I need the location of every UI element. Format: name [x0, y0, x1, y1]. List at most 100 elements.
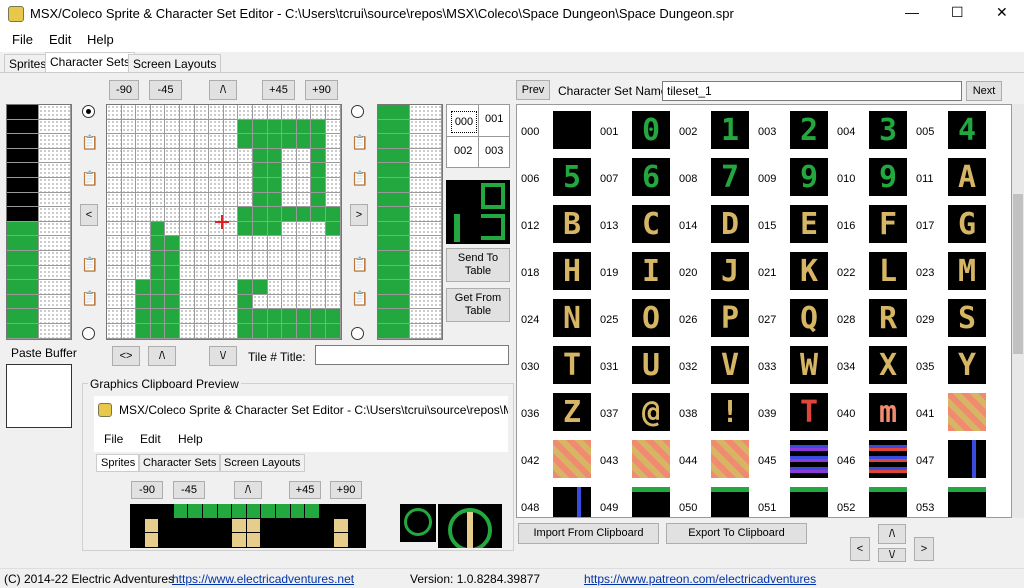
pixel-cell[interactable] [150, 265, 166, 281]
pixel-cell[interactable] [296, 178, 312, 193]
pixel-cell[interactable] [209, 119, 224, 135]
pixel-cell[interactable] [296, 119, 312, 135]
pixel-cell[interactable] [311, 207, 326, 222]
pixel-cell[interactable] [223, 280, 239, 295]
pixel-cell[interactable] [194, 294, 210, 310]
pixel-cell[interactable] [267, 105, 283, 120]
pixel-cell[interactable] [311, 280, 326, 295]
status-link-patreon[interactable]: https://www.patreon.com/electricadventur… [584, 572, 816, 586]
pixel-cell[interactable] [282, 251, 297, 266]
minimize-button[interactable]: — [905, 4, 919, 20]
character-tile[interactable]: L [869, 252, 907, 290]
strip-cell[interactable] [7, 105, 39, 120]
character-tile[interactable]: W [790, 346, 828, 384]
pixel-cell[interactable] [136, 119, 151, 135]
paste-icon[interactable]: 📋 [81, 290, 98, 306]
pixel-cell[interactable] [194, 309, 210, 324]
strip-cell[interactable] [378, 119, 410, 135]
pixel-cell[interactable] [209, 265, 224, 281]
pixel-cell[interactable] [165, 294, 180, 310]
pixel-cell[interactable] [194, 265, 210, 281]
strip-cell[interactable] [410, 207, 442, 222]
pixel-cell[interactable] [121, 324, 137, 339]
pixel-cell[interactable] [180, 221, 195, 237]
character-tile[interactable]: P [711, 299, 749, 337]
pixel-cell[interactable] [253, 236, 268, 251]
strip-cell[interactable] [39, 294, 71, 310]
strip-cell[interactable] [378, 105, 410, 120]
pixel-cell[interactable] [238, 280, 253, 295]
pixel-cell[interactable] [223, 265, 239, 281]
pixel-cell[interactable] [296, 192, 312, 208]
strip-cell[interactable] [378, 280, 410, 295]
strip-cell[interactable] [7, 207, 39, 222]
copy-icon[interactable]: 📋 [81, 134, 98, 150]
strip-cell[interactable] [410, 148, 442, 164]
pixel-cell[interactable] [180, 148, 195, 164]
menu-edit[interactable]: Edit [49, 32, 71, 47]
strip-cell[interactable] [7, 178, 39, 193]
pixel-cell[interactable] [209, 148, 224, 164]
pixel-cell[interactable] [107, 119, 122, 135]
pixel-cell[interactable] [238, 324, 253, 339]
pixel-cell[interactable] [282, 309, 297, 324]
pixel-cell[interactable] [194, 105, 210, 120]
character-tile[interactable] [869, 487, 907, 517]
pixel-cell[interactable] [180, 192, 195, 208]
pixel-cell[interactable] [194, 148, 210, 164]
pixel-cell[interactable] [165, 163, 180, 178]
pixel-cell[interactable] [165, 105, 180, 120]
strip-cell[interactable] [410, 178, 442, 193]
pixel-cell[interactable] [311, 221, 326, 237]
strip-cell[interactable] [39, 178, 71, 193]
pixel-cell[interactable] [311, 236, 326, 251]
pixel-cell[interactable] [238, 294, 253, 310]
status-link-electricadventures[interactable]: https://www.electricadventures.net [172, 572, 354, 586]
pixel-cell[interactable] [180, 163, 195, 178]
character-tile[interactable]: G [948, 205, 986, 243]
strip-cell[interactable] [378, 324, 410, 339]
strip-cell[interactable] [39, 324, 71, 339]
pixel-cell[interactable] [180, 207, 195, 222]
pixel-cell[interactable] [194, 192, 210, 208]
character-tile[interactable]: V [711, 346, 749, 384]
table-down-button[interactable]: \/ [878, 548, 906, 562]
strip-cell[interactable] [378, 207, 410, 222]
pixel-cell[interactable] [150, 207, 166, 222]
pixel-cell[interactable] [121, 178, 137, 193]
copy-icon[interactable]: 📋 [351, 134, 368, 150]
pixel-cell[interactable] [180, 265, 195, 281]
pixel-cell[interactable] [267, 148, 283, 164]
pixel-cell[interactable] [253, 309, 268, 324]
pixel-cell[interactable] [267, 178, 283, 193]
pixel-cell[interactable] [238, 178, 253, 193]
pixel-cell[interactable] [282, 324, 297, 339]
character-tile[interactable] [948, 440, 986, 478]
character-tile[interactable]: I [632, 252, 670, 290]
pixel-cell[interactable] [165, 236, 180, 251]
pixel-cell[interactable] [150, 134, 166, 149]
pixel-cell[interactable] [194, 119, 210, 135]
strip-cell[interactable] [378, 178, 410, 193]
pixel-cell[interactable] [253, 324, 268, 339]
strip-cell[interactable] [7, 192, 39, 208]
character-tile[interactable]: 9 [869, 158, 907, 196]
pixel-cell[interactable] [209, 251, 224, 266]
paste-icon[interactable]: 📋 [351, 170, 368, 186]
pixel-cell[interactable] [180, 309, 195, 324]
character-tile[interactable] [711, 487, 749, 517]
pixel-cell[interactable] [209, 236, 224, 251]
strip-cell[interactable] [7, 309, 39, 324]
pixel-cell[interactable] [326, 105, 341, 120]
pixel-cell[interactable] [150, 178, 166, 193]
pixel-cell[interactable] [121, 192, 137, 208]
radio-bottom-left[interactable] [82, 327, 95, 340]
character-tile[interactable]: J [711, 252, 749, 290]
pixel-cell[interactable] [311, 324, 326, 339]
strip-cell[interactable] [410, 192, 442, 208]
character-tile[interactable]: @ [632, 393, 670, 431]
pixel-cell[interactable] [107, 221, 122, 237]
character-tile[interactable]: C [632, 205, 670, 243]
pixel-cell[interactable] [238, 105, 253, 120]
rotate-m90-button[interactable]: -90 [109, 80, 139, 100]
